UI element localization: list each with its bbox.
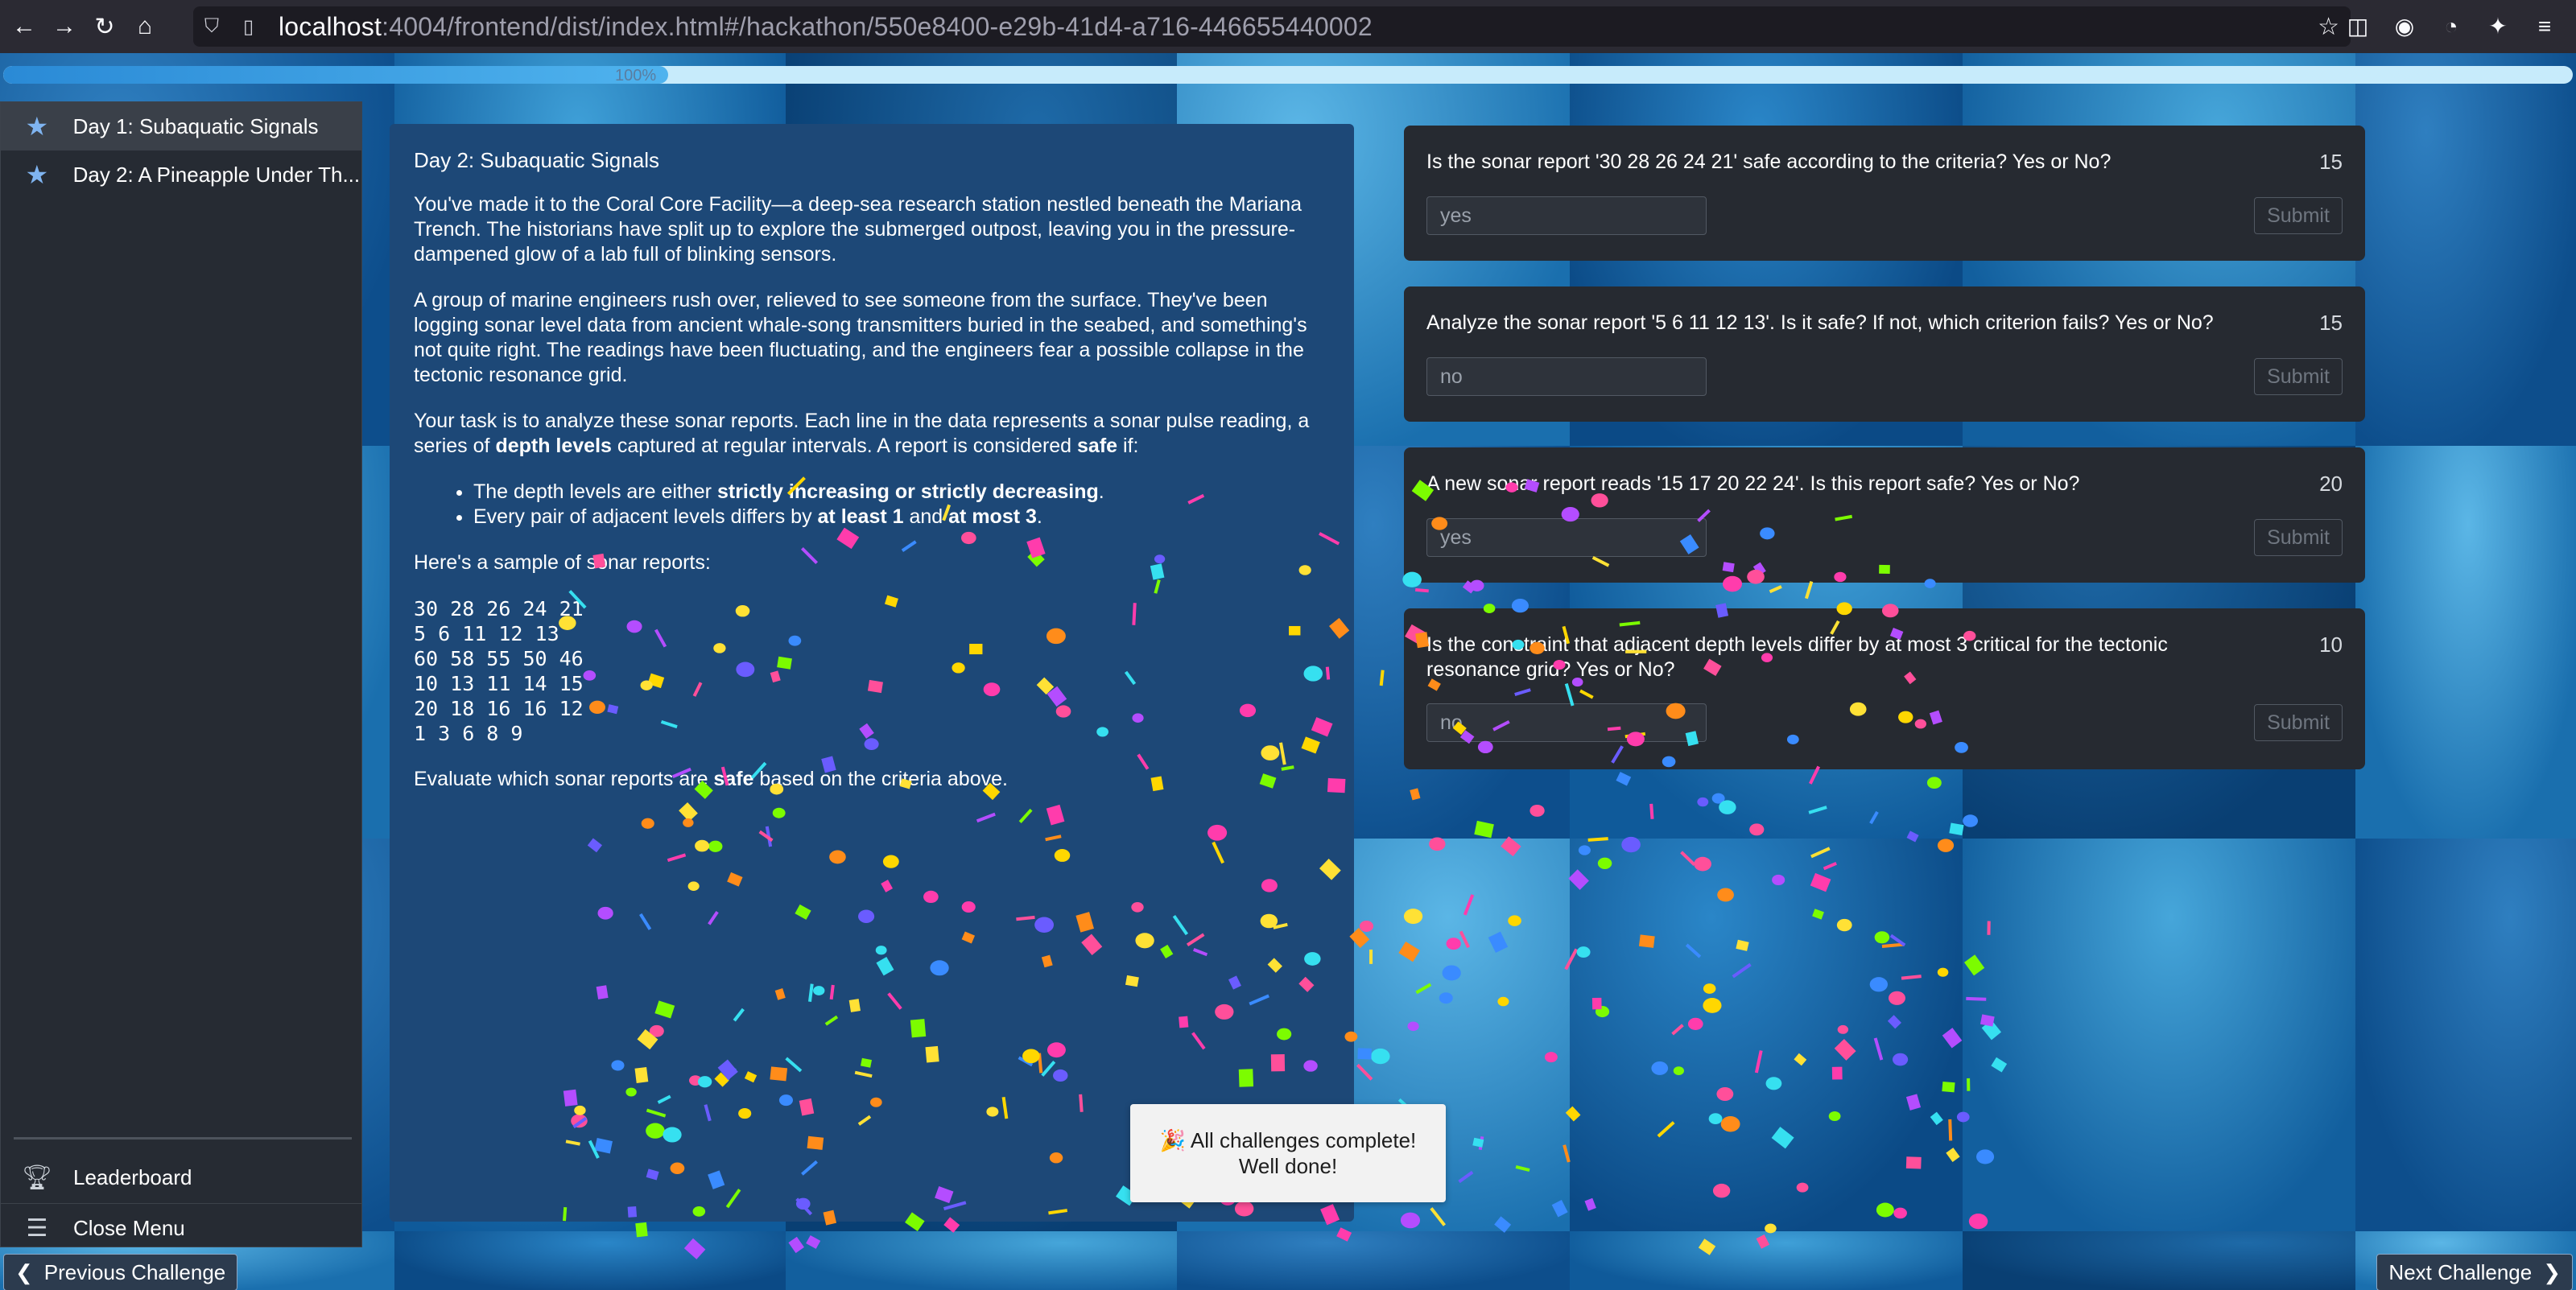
page-icon: ▯ (243, 15, 254, 38)
sidebar-divider (14, 1137, 352, 1140)
trophy-icon: 🏆︎ (21, 1164, 53, 1191)
chevron-left-icon: ❮ (15, 1259, 33, 1284)
submit-button[interactable]: Submit (2254, 197, 2343, 234)
progress-fill (3, 66, 668, 84)
task-paragraph: Your task is to analyze these sonar repo… (414, 410, 1310, 457)
background-tile (1963, 839, 2355, 1231)
shield-icon: ⛉ (204, 15, 219, 37)
forward-icon[interactable]: → (48, 10, 80, 43)
question-text: Analyze the sonar report '5 6 11 12 13'.… (1426, 311, 2214, 334)
close-menu-button[interactable]: ☰ Close Menu (1, 1203, 361, 1252)
challenge-title: Day 2: Subaquatic Signals (414, 148, 659, 172)
criteria-list: The depth levels are either strictly inc… (414, 480, 1330, 530)
sample-data: 30 28 26 24 21 5 6 11 12 13 60 58 55 50 … (414, 597, 584, 745)
question-text: Is the constraint that adjacent depth le… (1426, 633, 2168, 681)
bookmark-star-icon[interactable]: ☆ (2318, 13, 2339, 41)
background-tile (2355, 839, 2576, 1231)
question-points: 20 (2319, 472, 2343, 496)
page-content: 100% ★ Day 1: Subaquatic Signals ★ Day 2… (0, 53, 2576, 1290)
background-tile (1177, 1231, 1570, 1290)
background-tile (2355, 53, 2576, 446)
story-paragraph: A group of marine engineers rush over, r… (414, 289, 1307, 386)
toast-line-2: Well done! (1238, 1154, 1338, 1178)
submit-button[interactable]: Submit (2254, 358, 2343, 395)
home-icon[interactable]: ⌂ (129, 10, 161, 43)
sidebar-item-day-1[interactable]: ★ Day 1: Subaquatic Signals (1, 102, 361, 150)
question-text: Is the sonar report '30 28 26 24 21' saf… (1426, 150, 2112, 173)
leaderboard-button[interactable]: 🏆︎ Leaderboard (1, 1153, 361, 1201)
progress-label: 100% (615, 67, 657, 84)
question-points: 15 (2319, 150, 2343, 174)
background-tile (786, 1231, 1177, 1290)
question-card: Analyze the sonar report '5 6 11 12 13'.… (1404, 286, 2365, 422)
sample-intro: Here's a sample of sonar reports: (414, 551, 711, 574)
answer-input[interactable] (1426, 703, 1707, 742)
previous-challenge-button[interactable]: ❮ Previous Challenge (3, 1254, 238, 1290)
chevron-right-icon: ❯ (2543, 1259, 2561, 1284)
answer-input[interactable] (1426, 357, 1707, 396)
progress-bar: 100% (3, 66, 2573, 84)
sidebar-item-day-2[interactable]: ★ Day 2: A Pineapple Under Th... (1, 150, 361, 199)
challenge-description: Day 2: Subaquatic Signals You've made it… (390, 124, 1354, 1222)
next-challenge-label: Next Challenge (2388, 1259, 2533, 1284)
leaderboard-label: Leaderboard (73, 1164, 192, 1189)
extensions-icon[interactable]: ✦ (2483, 11, 2513, 42)
question-points: 15 (2319, 311, 2343, 335)
evaluate-paragraph: Evaluate which sonar reports are safe ba… (414, 768, 1008, 790)
submit-button[interactable]: Submit (2254, 704, 2343, 741)
url-bar[interactable]: ⛉ ▯ localhost:4004/frontend/dist/index.h… (193, 6, 2351, 47)
sidebar: ★ Day 1: Subaquatic Signals ★ Day 2: A P… (0, 101, 362, 1247)
question-card: Is the sonar report '30 28 26 24 21' saf… (1404, 126, 2365, 261)
star-icon: ★ (25, 112, 49, 141)
star-icon: ★ (25, 160, 49, 189)
submit-button[interactable]: Submit (2254, 519, 2343, 556)
sidebar-item-label: Day 2: A Pineapple Under Th... (72, 162, 361, 187)
back-icon[interactable]: ← (8, 10, 40, 43)
answer-input[interactable] (1426, 518, 1707, 557)
extension-mask-icon[interactable]: ◔ (2436, 11, 2467, 42)
background-tile (1570, 1231, 1963, 1290)
next-challenge-button[interactable]: Next Challenge ❯ (2376, 1254, 2573, 1290)
menu-icon[interactable]: ≡ (2529, 11, 2560, 42)
completion-toast: 🎉 All challenges complete! Well done! (1130, 1104, 1446, 1202)
hamburger-icon: ☰ (26, 1214, 48, 1242)
url-text: localhost:4004/frontend/dist/index.html#… (279, 11, 1373, 41)
reload-icon[interactable]: ↻ (89, 10, 121, 43)
background-tile (1570, 839, 1963, 1231)
answer-input[interactable] (1426, 196, 1707, 235)
background-tile (2355, 446, 2576, 839)
account-icon[interactable]: ◉ (2389, 11, 2420, 42)
browser-toolbar: ← → ↻ ⌂ ⛉ ▯ localhost:4004/frontend/dist… (0, 0, 2576, 54)
criteria-item: The depth levels are either strictly inc… (473, 480, 1330, 505)
question-points: 10 (2319, 633, 2343, 657)
question-text: A new sonar report reads '15 17 20 22 24… (1426, 472, 2080, 495)
story-paragraph: You've made it to the Coral Core Facilit… (414, 193, 1302, 266)
background-tile (394, 1231, 786, 1290)
close-menu-label: Close Menu (73, 1215, 185, 1240)
question-card: A new sonar report reads '15 17 20 22 24… (1404, 447, 2365, 583)
toast-line-1: 🎉 All challenges complete! (1159, 1128, 1417, 1152)
criteria-item: Every pair of adjacent levels differs by… (473, 505, 1330, 530)
question-card: Is the constraint that adjacent depth le… (1404, 608, 2365, 769)
pocket-icon[interactable]: ◫ (2343, 11, 2373, 42)
previous-challenge-label: Previous Challenge (43, 1259, 226, 1284)
sidebar-item-label: Day 1: Subaquatic Signals (72, 113, 319, 138)
background-tile (1963, 1231, 2355, 1290)
